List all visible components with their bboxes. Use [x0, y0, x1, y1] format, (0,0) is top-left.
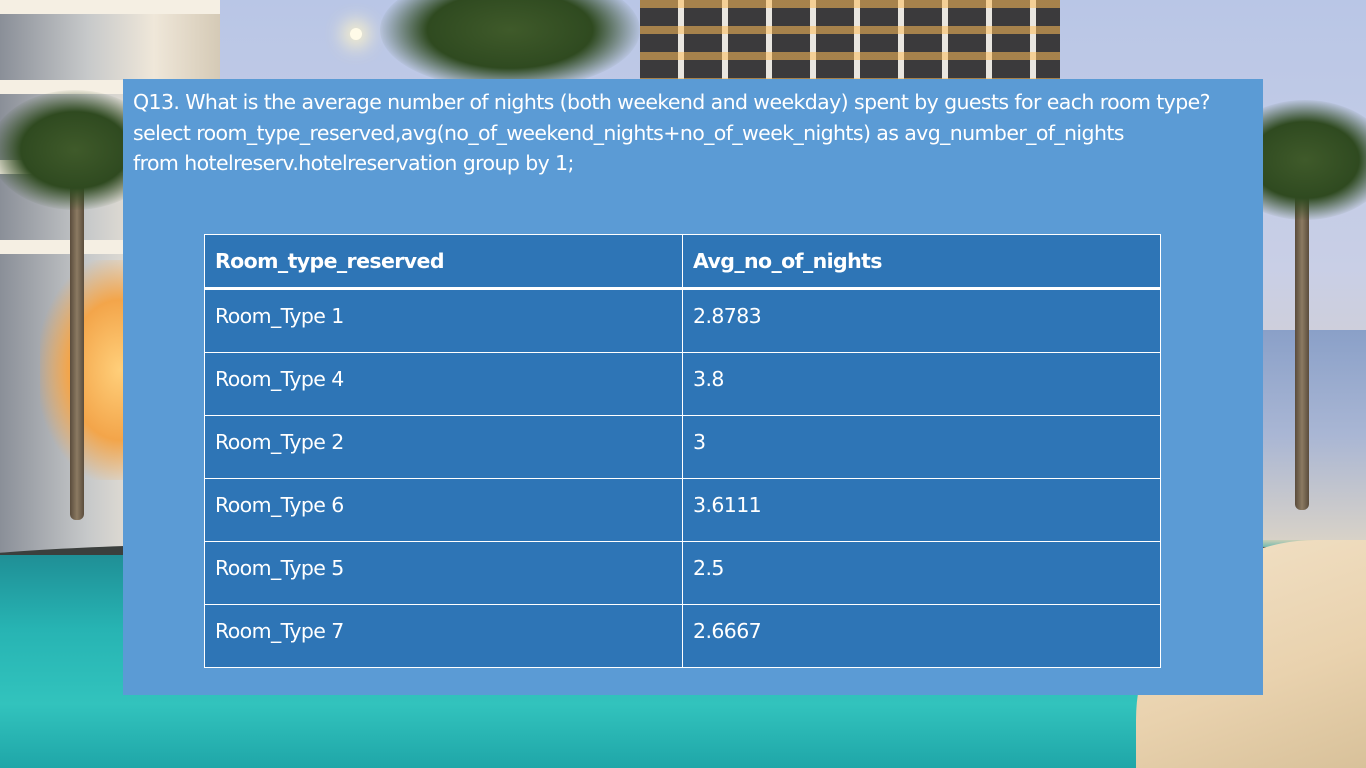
question-text-block: Q13. What is the average number of night…	[133, 87, 1233, 179]
avg-nights-cell: 3.6111	[682, 478, 1161, 542]
question-text: Q13. What is the average number of night…	[133, 90, 1211, 114]
table-row: Room_Type 2 3	[204, 415, 1161, 479]
table-row: Room_Type 6 3.6111	[204, 478, 1161, 542]
room-type-cell: Room_Type 2	[204, 415, 683, 479]
hotel-building-right	[1256, 330, 1366, 540]
avg-nights-cell: 2.5	[682, 541, 1161, 605]
room-type-cell: Room_Type 4	[204, 352, 683, 416]
avg-nights-cell: 3	[682, 415, 1161, 479]
table-row: Room_Type 1 2.8783	[204, 288, 1161, 353]
sql-query-line-1: select room_type_reserved,avg(no_of_week…	[133, 120, 1124, 145]
avg-nights-cell: 2.8783	[682, 288, 1161, 353]
room-type-cell: Room_Type 5	[204, 541, 683, 605]
table-row: Room_Type 7 2.6667	[204, 604, 1161, 668]
column-header-avg-nights: Avg_no_of_nights	[682, 234, 1161, 290]
palm-fronds-top	[380, 0, 640, 90]
avg-nights-cell: 3.8	[682, 352, 1161, 416]
table-row: Room_Type 4 3.8	[204, 352, 1161, 416]
avg-nights-cell: 2.6667	[682, 604, 1161, 668]
lamp-light	[350, 28, 362, 40]
table-header-row: Room_type_reserved Avg_no_of_nights	[204, 234, 1161, 290]
sql-query-line-2: from hotelreserv.hotelreservation group …	[133, 151, 574, 175]
room-type-cell: Room_Type 1	[204, 288, 683, 353]
slide-panel: Q13. What is the average number of night…	[123, 79, 1263, 695]
room-type-cell: Room_Type 6	[204, 478, 683, 542]
column-header-room-type: Room_type_reserved	[204, 234, 683, 290]
table-row: Room_Type 5 2.5	[204, 541, 1161, 605]
room-type-cell: Room_Type 7	[204, 604, 683, 668]
results-table: Room_type_reserved Avg_no_of_nights Room…	[204, 234, 1161, 668]
